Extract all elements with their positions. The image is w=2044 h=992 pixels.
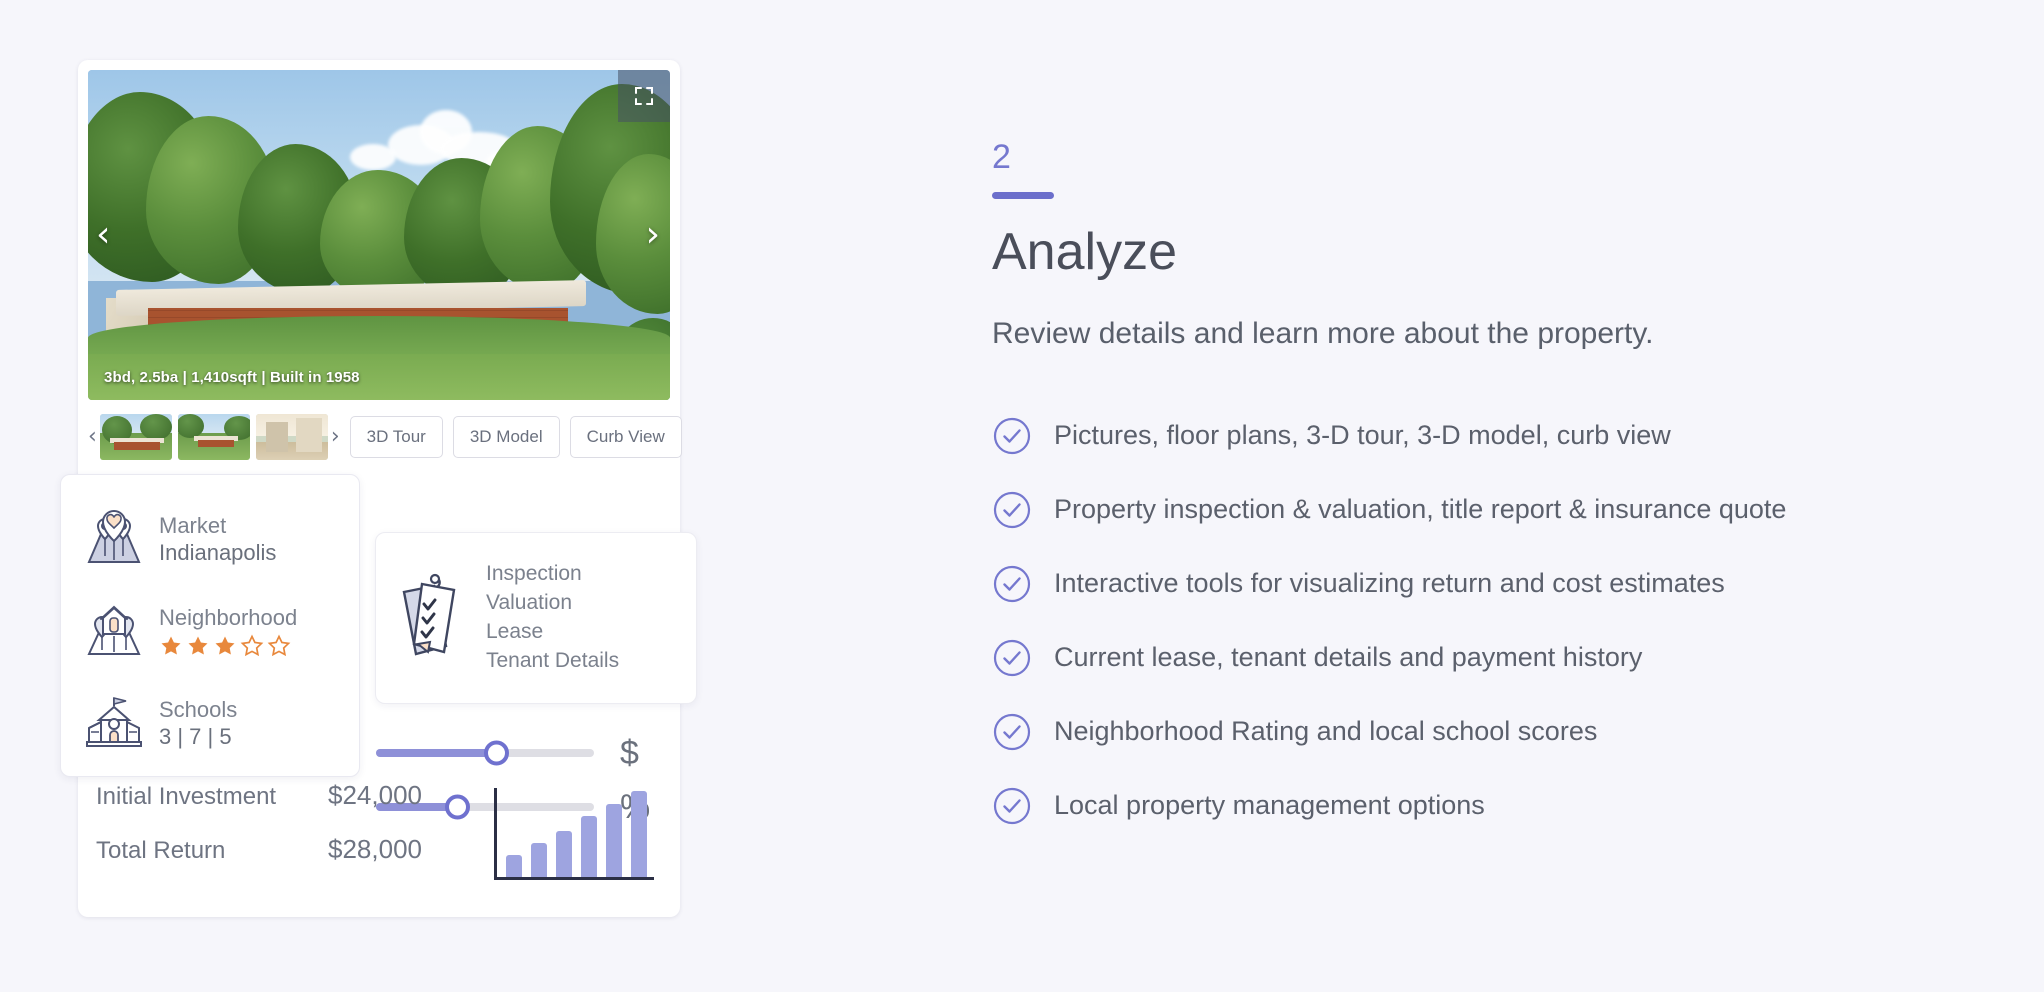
- inspection-line-list: Inspection Valuation Lease Tenant Detail…: [486, 560, 619, 675]
- fact-label-neighborhood: Neighborhood: [159, 604, 298, 630]
- page-title: Analyze: [992, 223, 1177, 281]
- returns-row-initial-investment: Initial Investment $24,000: [96, 780, 486, 834]
- thumbnail-2[interactable]: [177, 414, 250, 460]
- check-list-item: Property inspection & valuation, title r…: [992, 473, 1992, 547]
- fact-row-market[interactable]: Market Indianapolis: [81, 493, 359, 585]
- thumbnail-3[interactable]: [255, 414, 328, 460]
- map-pins-house-icon: [81, 600, 147, 662]
- chart-bar: [531, 843, 547, 877]
- feature-check-list: Pictures, floor plans, 3-D tour, 3-D mod…: [992, 399, 1992, 843]
- chart-bar: [606, 804, 622, 877]
- check-list-item-label: Current lease, tenant details and paymen…: [1054, 642, 1643, 673]
- chart-bars: [506, 788, 652, 877]
- thumbnail-1[interactable]: [99, 414, 172, 460]
- inspection-line-4: Tenant Details: [486, 648, 620, 672]
- fact-value-schools: 3 | 7 | 5: [159, 724, 232, 749]
- photo-prev-arrow[interactable]: ‹: [96, 217, 110, 253]
- check-circle-icon: [992, 786, 1032, 826]
- chart-y-axis: [494, 788, 497, 880]
- star-filled-icon: [215, 636, 235, 655]
- fact-row-neighborhood[interactable]: Neighborhood: [81, 585, 359, 677]
- chart-bar: [506, 854, 522, 877]
- chart-bar: [556, 830, 572, 877]
- expand-photo-button[interactable]: [618, 70, 670, 122]
- returns-summary: Initial Investment $24,000 Total Return …: [96, 769, 662, 899]
- inspection-line-2: Valuation: [486, 591, 573, 615]
- thumbnails-next-arrow[interactable]: ›: [331, 426, 340, 448]
- check-list-item: Current lease, tenant details and paymen…: [992, 621, 1992, 695]
- page-root: ‹ › 3bd, 2.5ba | 1,410sqft | Built in 19…: [0, 0, 2044, 992]
- check-list-item-label: Neighborhood Rating and local school sco…: [1054, 716, 1598, 747]
- check-circle-icon: [992, 564, 1032, 604]
- check-circle-icon: [992, 638, 1032, 678]
- step-number: 2: [992, 138, 1011, 176]
- fact-label-market: Market: [159, 512, 227, 538]
- photo-caption: 3bd, 2.5ba | 1,410sqft | Built in 1958: [104, 369, 360, 386]
- expand-icon: [635, 87, 653, 105]
- thumbnail-strip: ‹ › 3D Tour 3D Model Curb View: [88, 410, 682, 464]
- returns-value-total-return: $28,000: [328, 834, 422, 864]
- view-button-curb-view[interactable]: Curb View: [569, 416, 682, 458]
- inspection-line-3: Lease: [486, 620, 544, 643]
- check-circle-icon: [992, 416, 1032, 456]
- check-list-item: Local property management options: [992, 769, 1992, 843]
- check-circle-icon: [992, 712, 1032, 752]
- chart-x-axis: [494, 877, 654, 880]
- slider-dollar[interactable]: [376, 740, 594, 766]
- photo-next-arrow[interactable]: ›: [646, 217, 660, 253]
- slider-dollar-fill: [376, 749, 496, 757]
- star-filled-icon: [161, 636, 181, 655]
- step-underline-bar: [992, 192, 1054, 199]
- school-building-icon: [81, 692, 147, 754]
- clipboard-checklist-icon: [390, 568, 476, 669]
- slider-dollar-thumb[interactable]: [483, 740, 509, 766]
- check-list-item-label: Property inspection & valuation, title r…: [1054, 494, 1787, 525]
- star-empty-icon: [240, 634, 264, 657]
- check-list-item-label: Pictures, floor plans, 3-D tour, 3-D mod…: [1054, 420, 1671, 451]
- step-panel: 2 Analyze Review details and learn more …: [992, 140, 1992, 843]
- map-pins-heart-icon: [81, 508, 147, 570]
- step-description: Review details and learn more about the …: [992, 316, 1654, 350]
- returns-label-initial-investment: Initial Investment: [96, 783, 277, 810]
- check-list-item-label: Interactive tools for visualizing return…: [1054, 568, 1725, 599]
- check-list-item: Pictures, floor plans, 3-D tour, 3-D mod…: [992, 399, 1992, 473]
- neighborhood-star-rating: [159, 634, 297, 658]
- fact-label-schools: Schools: [159, 696, 238, 722]
- star-empty-icon: [267, 634, 291, 657]
- returns-table: Initial Investment $24,000 Total Return …: [96, 780, 486, 888]
- property-photo[interactable]: ‹ › 3bd, 2.5ba | 1,410sqft | Built in 19…: [88, 70, 670, 400]
- fact-value-market: Indianapolis: [159, 540, 277, 565]
- check-circle-icon: [992, 490, 1032, 530]
- view-button-3d-model[interactable]: 3D Model: [452, 416, 560, 458]
- property-card: ‹ › 3bd, 2.5ba | 1,410sqft | Built in 19…: [60, 60, 697, 917]
- chart-bar: [631, 790, 647, 877]
- check-list-item-label: Local property management options: [1054, 790, 1485, 821]
- inspection-card[interactable]: Inspection Valuation Lease Tenant Detail…: [375, 532, 697, 704]
- slider-dollar-unit: $: [620, 733, 639, 772]
- returns-label-total-return: Total Return: [96, 837, 226, 864]
- thumbnails-prev-arrow[interactable]: ‹: [88, 426, 97, 448]
- chart-bar: [581, 816, 597, 877]
- returns-value-initial-investment: $24,000: [328, 780, 422, 810]
- star-filled-icon: [188, 636, 208, 655]
- check-list-item: Neighborhood Rating and local school sco…: [992, 695, 1992, 769]
- returns-bar-chart: [494, 788, 654, 880]
- inspection-line-1: Inspection: [486, 562, 582, 586]
- fact-row-schools[interactable]: Schools 3 | 7 | 5: [81, 677, 359, 769]
- property-facts-card: Market Indianapolis Neighborhood Schools…: [60, 474, 360, 777]
- check-list-item: Interactive tools for visualizing return…: [992, 547, 1992, 621]
- view-button-3d-tour[interactable]: 3D Tour: [349, 416, 443, 458]
- returns-row-total-return: Total Return $28,000: [96, 834, 486, 888]
